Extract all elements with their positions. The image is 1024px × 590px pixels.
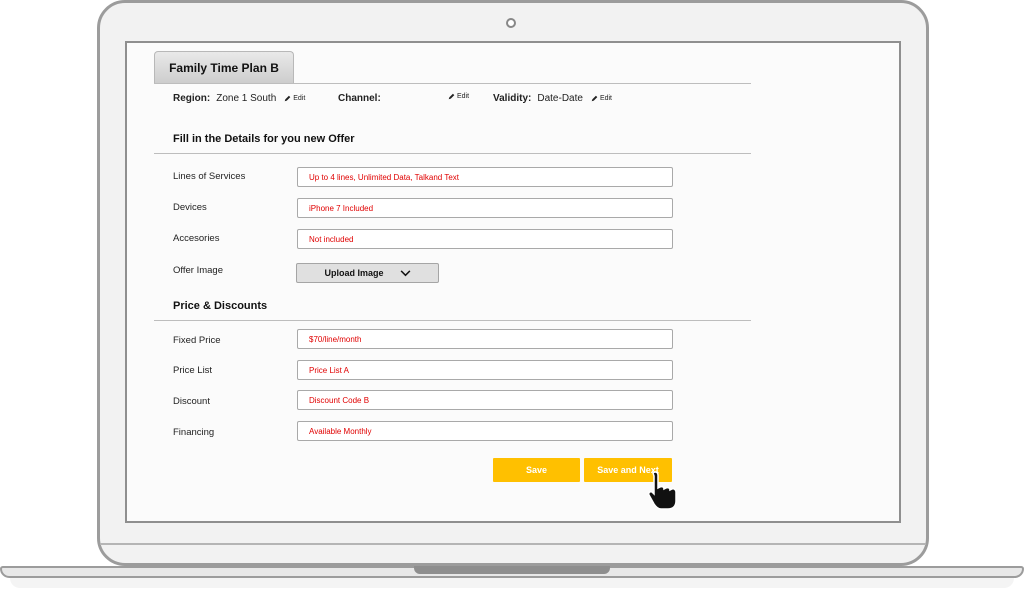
tab-divider [154, 83, 751, 84]
tab-label: Family Time Plan B [169, 60, 279, 75]
channel-edit: Edit [440, 93, 469, 100]
price-list-label: Price List [173, 365, 213, 376]
edit-label: Edit [457, 93, 470, 100]
pencil-icon [448, 93, 455, 100]
save-button[interactable]: Save [493, 458, 580, 482]
validity-value: Date-Date [537, 93, 583, 104]
upload-image-dropdown[interactable]: Upload Image [296, 263, 439, 283]
price-divider [154, 320, 751, 321]
lines-of-services-input[interactable] [297, 167, 673, 187]
fixed-price-input[interactable] [297, 329, 673, 349]
chevron-down-icon [400, 269, 410, 276]
edit-label: Edit [293, 95, 306, 102]
validity-label: Validity: [493, 93, 532, 104]
laptop-hinge [100, 543, 926, 565]
price-list-input[interactable] [297, 360, 673, 380]
discount-input[interactable] [297, 390, 673, 410]
tab-family-time-plan-b[interactable]: Family Time Plan B [154, 51, 294, 83]
validity-edit-link[interactable]: Edit [591, 95, 612, 102]
price-section-title: Price & Discounts [173, 300, 268, 312]
upload-image-label: Upload Image [324, 268, 384, 278]
edit-label: Edit [599, 95, 612, 102]
laptop-base-shadow [10, 578, 1014, 588]
pencil-icon [284, 95, 291, 102]
devices-label: Devices [173, 202, 207, 213]
region-edit-link[interactable]: Edit [284, 95, 305, 102]
channel-meta: Channel: [338, 93, 387, 104]
offer-image-label: Offer Image [173, 265, 223, 276]
hand-pointer-icon [648, 471, 677, 510]
financing-label: Financing [173, 427, 215, 438]
pencil-icon [591, 95, 598, 102]
channel-edit-link[interactable]: Edit [448, 93, 469, 100]
validity-meta: Validity: Date-Date Edit [493, 93, 612, 104]
financing-input[interactable] [297, 421, 673, 441]
lines-of-services-label: Lines of Services [173, 171, 246, 182]
region-label: Region: [173, 93, 211, 104]
channel-label: Channel: [338, 93, 381, 104]
fixed-price-label: Fixed Price [173, 335, 221, 346]
accesories-input[interactable] [297, 229, 673, 249]
devices-input[interactable] [297, 198, 673, 218]
region-meta: Region: Zone 1 South Edit [173, 93, 305, 104]
discount-label: Discount [173, 396, 210, 407]
details-divider [154, 153, 751, 154]
accesories-label: Accesories [173, 233, 220, 244]
region-value: Zone 1 South [216, 93, 277, 104]
screen: Family Time Plan B Region: Zone 1 South … [125, 41, 901, 523]
laptop-notch [414, 566, 610, 574]
camera-icon [506, 18, 516, 28]
details-section-title: Fill in the Details for you new Offer [173, 133, 355, 145]
